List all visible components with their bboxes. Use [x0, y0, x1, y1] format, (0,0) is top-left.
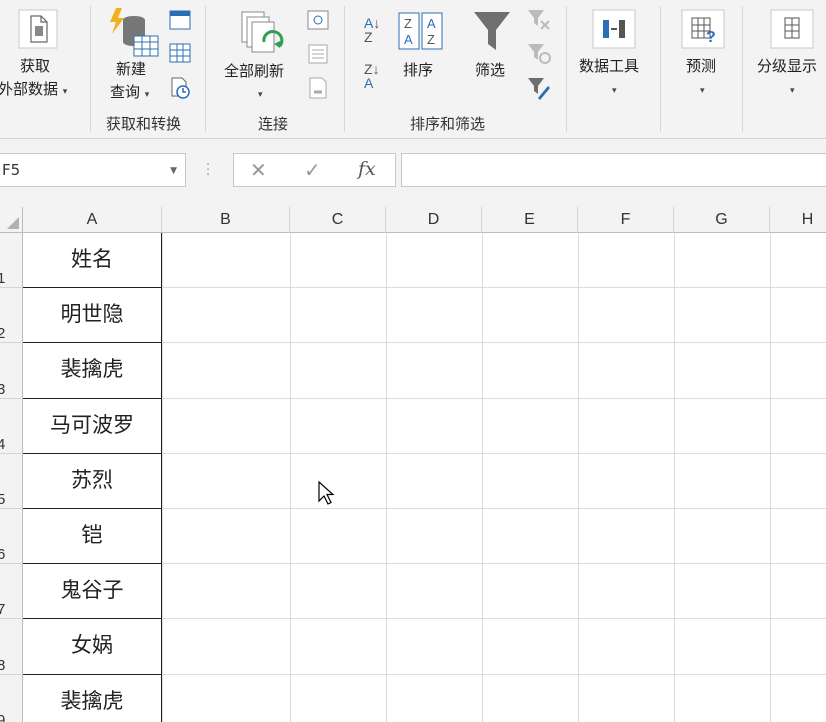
refresh-all-label: 全部刷新 [224, 62, 285, 80]
enter-icon[interactable]: ✓ [304, 158, 321, 182]
reapply-icon[interactable] [526, 42, 552, 66]
properties-icon[interactable] [306, 43, 330, 65]
from-table-icon[interactable] [168, 42, 192, 64]
formula-bar-grip-icon[interactable]: · · · [206, 159, 210, 182]
formula-input[interactable] [401, 153, 826, 187]
ribbon: 获取 外部数据 ▾ 新建 查询 ▾ 获取和转换 全部刷新 ▾ 连接 A↓ Z Z… [0, 0, 826, 139]
formula-bar: F5 ▼ · · · ✕ ✓ fx [0, 139, 826, 207]
row-number: 6 [0, 546, 6, 564]
sort-label: 排序 [403, 61, 434, 79]
column-header-g[interactable]: G [674, 207, 770, 233]
cell-a7[interactable]: 鬼谷子 [23, 564, 162, 620]
cell-a2[interactable]: 明世隐 [23, 288, 162, 344]
column-header-b[interactable]: B [162, 207, 290, 233]
cell-a4[interactable]: 马可波罗 [23, 398, 162, 454]
new-query-label-2: 查询 ▾ [110, 83, 150, 101]
row-header-2[interactable]: 2 [0, 288, 23, 344]
get-external-label-2: 外部数据 ▾ [0, 80, 68, 98]
name-box-dropdown-icon[interactable]: ▼ [170, 166, 177, 176]
row-header-3[interactable]: 3 [0, 343, 23, 399]
svg-text:Z: Z [427, 32, 435, 47]
row-header-7[interactable]: 7 [0, 564, 23, 620]
edit-links-icon[interactable] [306, 76, 330, 100]
select-all-corner[interactable] [0, 207, 23, 233]
column-header-c[interactable]: C [290, 207, 386, 233]
formula-buttons: ✕ ✓ fx [233, 153, 396, 187]
name-box[interactable]: F5 ▼ [0, 153, 186, 187]
row-header-8[interactable]: 8 [0, 619, 23, 675]
row-number: 3 [0, 380, 6, 398]
grid-column-line [290, 233, 291, 722]
row-number: 8 [0, 656, 6, 674]
row-header-1[interactable]: 1 [0, 233, 23, 289]
forecast-caret: ▾ [700, 86, 705, 96]
grid-column-line [578, 233, 579, 722]
row-number: 2 [0, 325, 6, 343]
column-header-h[interactable]: H [770, 207, 826, 233]
row-header-4[interactable]: 4 [0, 398, 23, 454]
row-number: 4 [0, 435, 6, 453]
column-header-d[interactable]: D [386, 207, 482, 233]
row-number: 9 [0, 711, 6, 722]
cell-a1[interactable]: 姓名 [23, 233, 162, 289]
grid-column-line [482, 233, 483, 722]
column-header-f[interactable]: F [578, 207, 674, 233]
grid-column-line [674, 233, 675, 722]
outline-caret: ▾ [790, 86, 795, 96]
clear-filter-icon[interactable] [526, 8, 552, 32]
connections-icon[interactable] [306, 9, 330, 31]
column-header-a[interactable]: A [23, 207, 162, 233]
sort-ascending-icon[interactable]: A↓ Z [364, 16, 380, 44]
svg-text:A: A [427, 16, 436, 31]
outline-icon [770, 9, 814, 49]
row-number: 7 [0, 601, 6, 619]
sort-icon: Z A A Z [398, 12, 443, 50]
recent-sources-icon[interactable] [168, 76, 192, 100]
forecast-icon: ? [681, 9, 725, 49]
filter-label: 筛选 [475, 61, 506, 79]
svg-text:A: A [404, 32, 413, 47]
group-label-connections: 连接 [258, 115, 289, 133]
outline-label: 分级显示 [757, 57, 818, 75]
filter-funnel-icon [474, 12, 510, 50]
show-queries-icon[interactable] [168, 9, 192, 31]
data-tools-label: 数据工具 [579, 57, 640, 75]
sort-descending-icon[interactable]: Z↓ A [364, 62, 380, 90]
new-query-label-1: 新建 [116, 60, 147, 78]
document-icon [18, 9, 58, 49]
cancel-icon[interactable]: ✕ [250, 158, 267, 182]
data-tools-icon [592, 9, 636, 49]
insert-function-icon[interactable]: fx [358, 158, 376, 180]
svg-text:?: ? [706, 29, 716, 46]
mouse-pointer-icon [318, 481, 334, 505]
advanced-filter-icon[interactable] [526, 76, 552, 102]
row-number: 5 [0, 490, 6, 508]
cell-a3[interactable]: 裴擒虎 [23, 343, 162, 399]
row-header-9[interactable]: 9 [0, 674, 23, 722]
row-header-6[interactable]: 6 [0, 509, 23, 565]
cell-a5[interactable]: 苏烈 [23, 453, 162, 509]
row-number: 1 [0, 270, 6, 288]
cell-a6[interactable]: 铠 [23, 509, 162, 565]
cell-a9[interactable]: 裴擒虎 [23, 674, 162, 722]
group-label-sort-filter: 排序和筛选 [410, 115, 486, 133]
forecast-label: 预测 [686, 57, 717, 75]
grid-column-line [386, 233, 387, 722]
get-external-label-1: 获取 [20, 57, 51, 75]
row-header-5[interactable]: 5 [0, 453, 23, 509]
grid-column-line [162, 233, 163, 722]
refresh-icon [241, 11, 284, 53]
column-header-e[interactable]: E [482, 207, 578, 233]
database-query-icon [110, 8, 159, 57]
group-label-get-transform: 获取和转换 [106, 115, 182, 133]
svg-text:Z: Z [404, 16, 412, 31]
worksheet-grid[interactable]: ABCDEFGH 123456789 姓名 明世隐 裴擒虎 马可波罗 苏烈铠鬼谷子 女娲裴… [0, 207, 826, 722]
cell-a8[interactable]: 女娲 [23, 619, 162, 675]
data-tools-caret: ▾ [612, 86, 617, 96]
refresh-all-caret: ▾ [258, 90, 263, 100]
name-box-value: F5 [2, 161, 21, 179]
grid-column-line [770, 233, 771, 722]
